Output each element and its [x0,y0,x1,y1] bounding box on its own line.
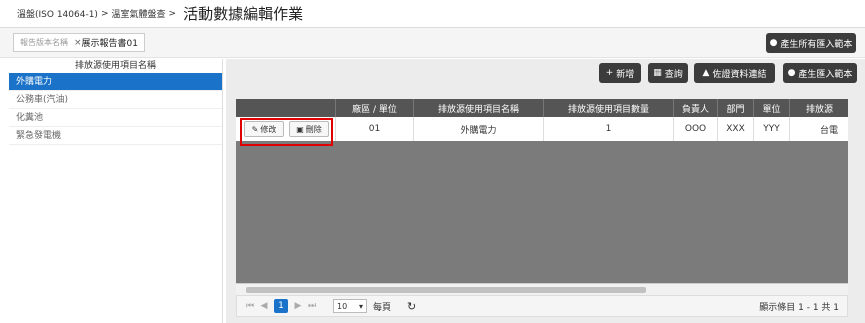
bulb-icon: ● [769,38,778,48]
plus-icon: + [605,68,614,78]
chevron-down-icon: ▾ [358,301,363,311]
page-size-select[interactable]: 10 ▾ [333,299,367,313]
grid-header: 廠區 / 單位 排放源使用項目名稱 排放源使用項目數量 負責人 部門 單位 排放… [236,99,848,117]
breadcrumb-separator: > [100,8,109,19]
pager-info: 顯示條目 1 - 1 共 1 [759,302,839,313]
sidebar-header: 排放源使用項目名稱 [74,61,156,71]
page-title: 活動數據編輯作業 [183,5,304,23]
cell-dept: XXX [718,117,754,141]
add-label: 新增 [616,69,635,80]
table-icon: ▦ [653,68,662,78]
sidebar-item-company-car[interactable]: 公務車(汽油) [9,91,222,109]
toolbar: 報告版本名稱 × 展示報告書01 ● 產生所有匯入範本 [0,28,865,58]
query-button[interactable]: ▦ 查詢 [648,63,688,83]
report-select[interactable]: 報告版本名稱 × 展示報告書01 [13,33,145,52]
grid-empty-area [236,141,848,283]
sidebar-item-septic-tank[interactable]: 化糞池 [9,109,222,127]
sidebar-item-emergency-generator[interactable]: 緊急發電機 [9,127,222,145]
sidebar-item-purchased-electricity[interactable]: 外購電力 [9,73,222,91]
col-actions [236,99,336,117]
refresh-icon[interactable]: ↻ [407,300,416,313]
evidence-link-label: 佐證資料連結 [712,69,767,80]
generate-template-label: 產生匯入範本 [798,69,853,80]
evidence-link-button[interactable]: ▲ 佐證資料連結 [694,63,775,83]
pager: ⏮ ◀ 1 ▶ ⏭ 10 ▾ 每頁 ↻ 顯示條目 1 - 1 共 1 [236,295,848,317]
per-page-label: 每頁 [373,302,392,313]
generate-all-templates-button[interactable]: ● 產生所有匯入範本 [766,33,856,53]
query-label: 查詢 [664,69,683,80]
last-page-icon[interactable]: ⏭ [305,301,319,311]
col-unit[interactable]: 單位 [754,99,790,117]
generate-all-templates-label: 產生所有匯入範本 [780,39,853,50]
cell-unit: YYY [754,117,790,141]
current-page[interactable]: 1 [274,299,288,313]
next-page-icon[interactable]: ▶ [291,301,305,311]
clear-icon[interactable]: × [74,38,82,48]
scrollbar-thumb[interactable] [246,287,646,293]
cell-site: 01 [336,117,414,141]
col-owner[interactable]: 負責人 [674,99,718,117]
breadcrumb-item-1[interactable]: 溫盤(ISO 14064-1) [17,7,98,20]
header-bar: 溫盤(ISO 14064-1) > 溫室氣體盤查 > 活動數據編輯作業 [0,0,865,28]
col-source[interactable]: 排放源 [790,99,848,117]
col-source-qty[interactable]: 排放源使用項目數量 [544,99,674,117]
highlight-box [240,118,333,146]
report-select-value: 展示報告書01 [81,39,138,49]
horizontal-scrollbar[interactable] [236,283,848,295]
report-select-placeholder: 報告版本名稱 [20,38,68,47]
cell-source-qty: 1 [544,117,674,141]
breadcrumb-item-2[interactable]: 溫室氣體盤查 [112,7,166,20]
cell-source-name: 外購電力 [414,117,544,141]
sidebar: 排放源使用項目名稱 外購電力 公務車(汽油) 化糞池 緊急發電機 [9,59,223,323]
col-dept[interactable]: 部門 [718,99,754,117]
cell-source: 台電 [820,125,839,136]
bulb-icon: ● [787,68,796,78]
generate-template-button[interactable]: ● 產生匯入範本 [783,63,857,83]
col-site[interactable]: 廠區 / 單位 [336,99,414,117]
upload-icon: ▲ [702,68,710,78]
breadcrumb-separator: > [168,8,177,19]
first-page-icon[interactable]: ⏮ [243,301,257,311]
prev-page-icon[interactable]: ◀ [257,301,271,311]
add-button[interactable]: + 新增 [599,63,641,83]
col-source-name[interactable]: 排放源使用項目名稱 [414,99,544,117]
page-size-value: 10 [337,301,348,311]
cell-owner: OOO [674,117,718,141]
